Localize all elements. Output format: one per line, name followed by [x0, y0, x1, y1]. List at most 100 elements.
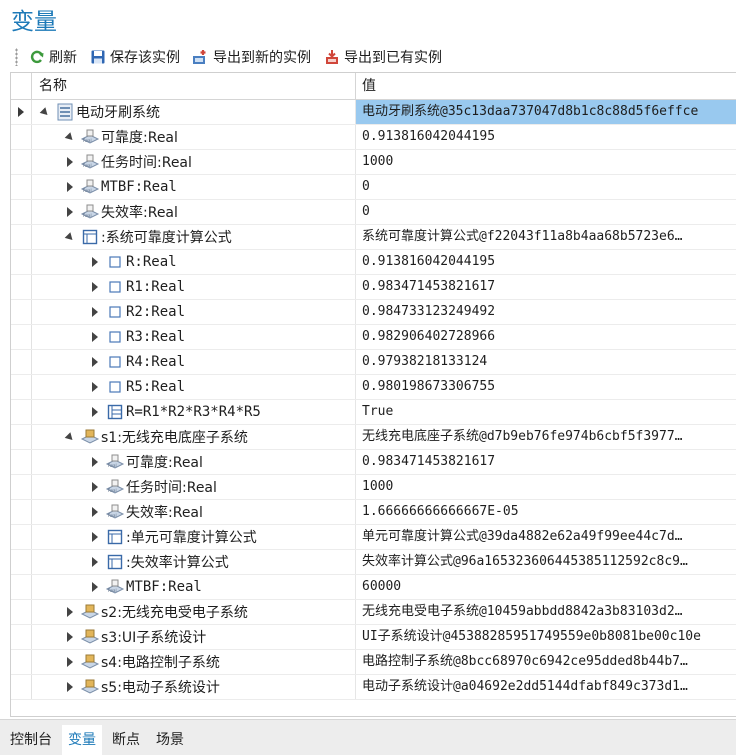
row-value-cell[interactable]: 0.984733123249492 — [362, 300, 736, 324]
expand-toggle-icon[interactable] — [89, 356, 101, 368]
row-value-cell[interactable]: 0 — [362, 175, 736, 199]
refresh-button[interactable]: 刷新 — [28, 45, 77, 69]
expand-toggle-icon[interactable] — [64, 656, 76, 668]
row-selector[interactable] — [11, 425, 32, 449]
tree-row[interactable]: Real 失效率:Real 1.66666666666667E-05 — [11, 500, 736, 525]
row-value-cell[interactable]: 1.66666666666667E-05 — [362, 500, 736, 524]
expand-toggle-icon[interactable] — [64, 631, 76, 643]
row-selector[interactable] — [11, 150, 32, 174]
row-selector[interactable] — [11, 325, 32, 349]
expand-toggle-icon[interactable] — [89, 256, 101, 268]
tree-row[interactable]: Real 可靠度:Real 0.983471453821617 — [11, 450, 736, 475]
tree-row[interactable]: R3:Real 0.982906402728966 — [11, 325, 736, 350]
row-selector[interactable] — [11, 600, 32, 624]
row-value-cell[interactable]: 失效率计算公式@96a16532360644538511259​2c8c9… — [362, 550, 736, 574]
tree-row[interactable]: :失效率计算公式 失效率计算公式@96a16532360644538511259​… — [11, 550, 736, 575]
bottom-tab-0[interactable]: 控制台 — [4, 725, 58, 755]
tree-row[interactable]: :单元可靠度计算公式 单元可靠度计算公式@39da4882e62a49f99ee4… — [11, 525, 736, 550]
row-value-cell[interactable]: UI子系统设计@45388285951749559e0b8081be00c10e — [362, 625, 736, 649]
expand-toggle-icon[interactable] — [89, 556, 101, 568]
bottom-tab-2[interactable]: 断点 — [106, 725, 146, 755]
row-selector[interactable] — [11, 625, 32, 649]
tree-row[interactable]: Real MTBF:Real 60000 — [11, 575, 736, 600]
expand-toggle-icon[interactable] — [89, 531, 101, 543]
tree-row[interactable]: Real 任务时间:Real 1000 — [11, 475, 736, 500]
collapse-toggle-icon[interactable] — [39, 106, 51, 118]
tree-row[interactable]: R4:Real 0.97938218133124 — [11, 350, 736, 375]
row-value-cell[interactable]: 0.97938218133124 — [362, 350, 736, 374]
row-selector[interactable] — [11, 550, 32, 574]
row-selector[interactable] — [11, 575, 32, 599]
export-new-instance-button[interactable]: 导出到新的实例 — [192, 45, 311, 69]
expand-toggle-icon[interactable] — [89, 581, 101, 593]
expand-toggle-icon[interactable] — [89, 306, 101, 318]
row-selector[interactable] — [11, 125, 32, 149]
expand-toggle-icon[interactable] — [89, 481, 101, 493]
row-value-cell[interactable]: 0.983471453821617 — [362, 275, 736, 299]
tree-row[interactable]: Real MTBF:Real 0 — [11, 175, 736, 200]
row-value-cell[interactable]: 1000 — [362, 150, 736, 174]
row-selector[interactable] — [11, 200, 32, 224]
tree-row[interactable]: R2:Real 0.984733123249492 — [11, 300, 736, 325]
tree-row[interactable]: R1:Real 0.983471453821617 — [11, 275, 736, 300]
expand-toggle-icon[interactable] — [89, 381, 101, 393]
row-value-cell[interactable]: 无线充电受电子系统@10459abbdd8842a3b83103d2… — [362, 600, 736, 624]
tree-row[interactable]: s1:无线充电底座子系统 无线充电底座子系统@d7b9eb76fe974b6cbf… — [11, 425, 736, 450]
row-value-cell[interactable]: 电动子系统设计@a04692e2dd5144dfabf849c373d1… — [362, 675, 736, 699]
row-selector[interactable] — [11, 100, 32, 124]
row-selector[interactable] — [11, 250, 32, 274]
row-value-cell[interactable]: 0.982906402728966 — [362, 325, 736, 349]
row-selector[interactable] — [11, 275, 32, 299]
tree-row[interactable]: s2:无线充电受电子系统 无线充电受电子系统@10459abbdd8842a3b8… — [11, 600, 736, 625]
row-selector[interactable] — [11, 675, 32, 699]
collapse-toggle-icon[interactable] — [64, 231, 76, 243]
tree-row[interactable]: s4:电路控制子系统 电路控制子系统@8bcc68970c6942ce95dded… — [11, 650, 736, 675]
row-selector[interactable] — [11, 225, 32, 249]
expand-toggle-icon[interactable] — [64, 206, 76, 218]
expand-toggle-icon[interactable] — [89, 406, 101, 418]
row-value-cell[interactable]: 0 — [362, 200, 736, 224]
row-selector[interactable] — [11, 450, 32, 474]
tree-row[interactable]: R5:Real 0.980198673306755 — [11, 375, 736, 400]
toolbar-grip[interactable] — [15, 48, 18, 66]
tree-row[interactable]: :系统可靠度计算公式 系统可靠度计算公式@f22043f11a8b4aa68b57… — [11, 225, 736, 250]
column-header-name[interactable]: 名称 — [39, 73, 67, 99]
row-value-cell[interactable]: 0.913816042044195 — [362, 125, 736, 149]
variables-tree[interactable]: 名称 值 电动牙刷系统 电动牙刷系统@35c13daa737047d8b1c8c8… — [10, 72, 736, 717]
row-selector[interactable] — [11, 525, 32, 549]
row-selector[interactable] — [11, 350, 32, 374]
column-divider[interactable] — [355, 73, 356, 99]
row-selector[interactable] — [11, 475, 32, 499]
row-selector[interactable] — [11, 375, 32, 399]
expand-toggle-icon[interactable] — [64, 606, 76, 618]
tree-row[interactable]: Real 任务时间:Real 1000 — [11, 150, 736, 175]
expand-toggle-icon[interactable] — [64, 181, 76, 193]
collapse-toggle-icon[interactable] — [64, 131, 76, 143]
expand-toggle-icon[interactable] — [89, 506, 101, 518]
tree-row[interactable]: 电动牙刷系统 电动牙刷系统@35c13daa737047d8b1c8c88d5f6… — [11, 100, 736, 125]
row-value-cell[interactable]: 1000 — [362, 475, 736, 499]
column-header-value[interactable]: 值 — [362, 73, 376, 99]
row-value-cell[interactable]: 0.913816042044195 — [362, 250, 736, 274]
save-instance-button[interactable]: 保存该实例 — [89, 45, 180, 69]
expand-toggle-icon[interactable] — [89, 331, 101, 343]
row-selector[interactable] — [11, 300, 32, 324]
tree-row[interactable]: Real 失效率:Real 0 — [11, 200, 736, 225]
tree-row[interactable]: Real 可靠度:Real 0.913816042044195 — [11, 125, 736, 150]
row-value-cell[interactable]: 无线充电底座子系统@d7b9eb76fe974b6cbf5f3977… — [362, 425, 736, 449]
row-value-cell[interactable]: True — [362, 400, 736, 424]
tree-row[interactable]: R=R1*R2*R3*R4*R5 True — [11, 400, 736, 425]
row-selector[interactable] — [11, 400, 32, 424]
expand-toggle-icon[interactable] — [89, 281, 101, 293]
row-selector[interactable] — [11, 175, 32, 199]
row-value-cell[interactable]: 电路控制子系统@8bcc68970c6942ce95dded8b44b7… — [362, 650, 736, 674]
row-value-cell[interactable]: 60000 — [362, 575, 736, 599]
tree-row[interactable]: R:Real 0.913816042044195 — [11, 250, 736, 275]
collapse-toggle-icon[interactable] — [64, 431, 76, 443]
row-selector[interactable] — [11, 650, 32, 674]
tree-row[interactable]: s5:电动子系统设计 电动子系统设计@a04692e2dd5144dfabf849… — [11, 675, 736, 700]
row-selector[interactable] — [11, 500, 32, 524]
export-existing-instance-button[interactable]: 导出到已有实例 — [323, 45, 442, 69]
row-value-cell[interactable]: 单元可靠度计算公式@39da4882e62a49f99ee44c7d… — [362, 525, 736, 549]
row-value-cell[interactable]: 0.983471453821617 — [362, 450, 736, 474]
